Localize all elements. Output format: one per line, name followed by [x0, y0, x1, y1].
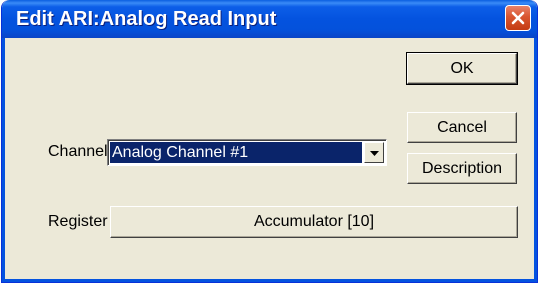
chevron-down-icon: [370, 151, 379, 156]
channel-select[interactable]: Analog Channel #1: [107, 139, 387, 166]
description-button[interactable]: Description: [407, 153, 517, 184]
channel-dropdown-button[interactable]: [364, 142, 384, 163]
window-title: Edit ARI:Analog Read Input: [16, 8, 277, 30]
dialog-window: Edit ARI:Analog Read Input OK Cancel Des…: [1, 0, 538, 283]
cancel-button[interactable]: Cancel: [407, 112, 517, 143]
ok-button[interactable]: OK: [406, 52, 518, 85]
close-button[interactable]: [505, 5, 531, 31]
title-bar[interactable]: Edit ARI:Analog Read Input: [2, 0, 537, 38]
dialog-body: OK Cancel Description Channel Analog Cha…: [2, 38, 537, 282]
register-button[interactable]: Accumulator [10]: [110, 206, 518, 238]
close-icon: [511, 11, 525, 25]
register-label: Register: [48, 213, 108, 230]
channel-selected-value: Analog Channel #1: [110, 142, 362, 163]
channel-label: Channel: [48, 143, 108, 160]
